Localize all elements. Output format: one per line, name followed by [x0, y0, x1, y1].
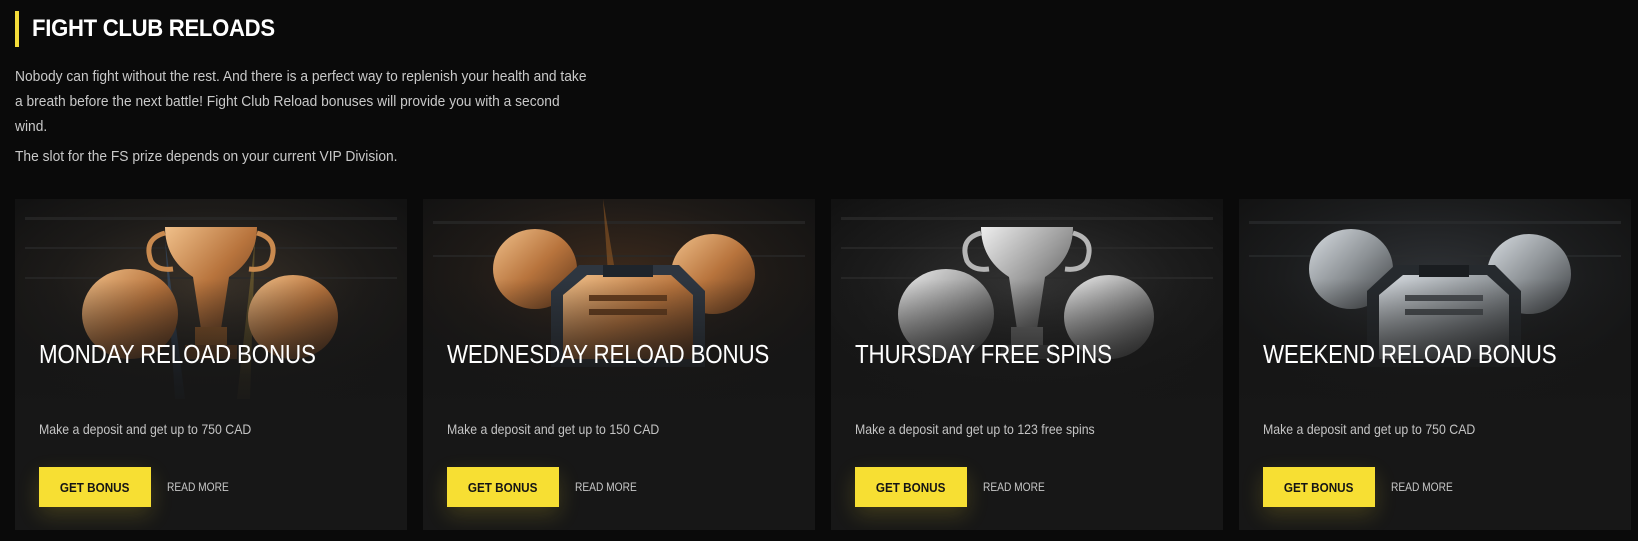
card-title: WEDNESDAY RELOAD BONUS	[447, 339, 770, 369]
card-title: THURSDAY FREE SPINS	[855, 339, 1112, 369]
page: FIGHT CLUB RELOADS Nobody can fight with…	[0, 0, 1638, 541]
card-actions: GET BONUS READ MORE	[39, 467, 240, 507]
card-description: Make a deposit and get up to 150 CAD	[447, 421, 660, 437]
bonus-card-weekend: WEEKEND RELOAD BONUS Make a deposit and …	[1239, 199, 1631, 530]
read-more-link[interactable]: READ MORE	[1391, 480, 1453, 494]
bonus-card-thursday: THURSDAY FREE SPINS Make a deposit and g…	[831, 199, 1223, 530]
get-bonus-button[interactable]: GET BONUS	[39, 467, 151, 507]
read-more-link[interactable]: READ MORE	[983, 480, 1045, 494]
card-title: MONDAY RELOAD BONUS	[39, 339, 316, 369]
card-actions: GET BONUS READ MORE	[1263, 467, 1464, 507]
card-description: Make a deposit and get up to 750 CAD	[1263, 421, 1476, 437]
section-intro: Nobody can fight without the rest. And t…	[15, 68, 587, 135]
card-actions: GET BONUS READ MORE	[447, 467, 648, 507]
get-bonus-button[interactable]: GET BONUS	[855, 467, 967, 507]
read-more-link[interactable]: READ MORE	[575, 480, 637, 494]
get-bonus-label: GET BONUS	[876, 479, 946, 495]
vip-note: The slot for the FS prize depends on you…	[15, 148, 398, 165]
bonus-cards: MONDAY RELOAD BONUS Make a deposit and g…	[15, 199, 1631, 530]
get-bonus-label: GET BONUS	[60, 479, 130, 495]
bonus-card-wednesday: WEDNESDAY RELOAD BONUS Make a deposit an…	[423, 199, 815, 530]
card-title: WEEKEND RELOAD BONUS	[1263, 339, 1557, 369]
card-description: Make a deposit and get up to 750 CAD	[39, 421, 252, 437]
bonus-card-monday: MONDAY RELOAD BONUS Make a deposit and g…	[15, 199, 407, 530]
get-bonus-button[interactable]: GET BONUS	[447, 467, 559, 507]
section-header: FIGHT CLUB RELOADS	[15, 11, 296, 47]
get-bonus-button[interactable]: GET BONUS	[1263, 467, 1375, 507]
read-more-link[interactable]: READ MORE	[167, 480, 229, 494]
section-title: FIGHT CLUB RELOADS	[32, 15, 275, 42]
get-bonus-label: GET BONUS	[1284, 479, 1354, 495]
card-description: Make a deposit and get up to 123 free sp…	[855, 421, 1095, 437]
get-bonus-label: GET BONUS	[468, 479, 538, 495]
card-actions: GET BONUS READ MORE	[855, 467, 1056, 507]
